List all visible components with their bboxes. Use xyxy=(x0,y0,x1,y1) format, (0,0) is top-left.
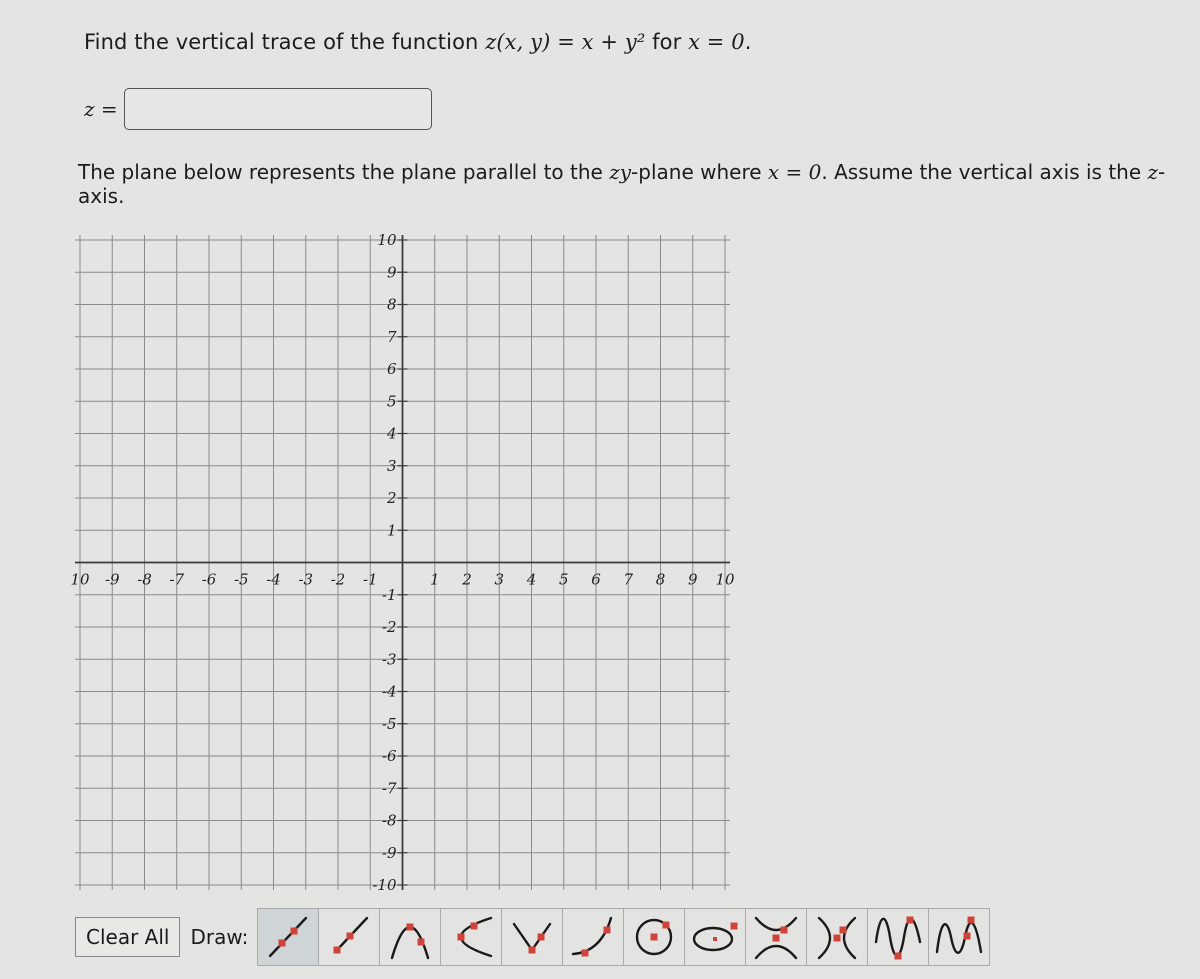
answer-input[interactable] xyxy=(123,88,432,130)
question-suffix: . xyxy=(744,30,752,54)
y-tick-label: 5 xyxy=(387,392,397,410)
absolute-value-tool-icon xyxy=(513,922,552,954)
draw-tool-line[interactable] xyxy=(257,908,320,966)
x-tick-label: 6 xyxy=(591,571,601,589)
draw-tool-absolute-value[interactable] xyxy=(501,908,564,966)
y-tick-label: -1 xyxy=(382,586,397,604)
draw-tool-hyperbola-horizontal[interactable] xyxy=(806,908,869,966)
draw-tool-parabola-vertical[interactable] xyxy=(379,908,442,966)
x-tick-label: 7 xyxy=(623,571,633,589)
draw-tool-parabola-horizontal[interactable] xyxy=(440,908,503,966)
x-tick-label: -5 xyxy=(234,571,249,589)
x-tick-label: -4 xyxy=(266,571,281,589)
graph-canvas[interactable]: 10 -9 -8 -7 -6 -5 -4 -3 -2 -1 1 2 3 4 5 6 7 8 9 10 10 9 8 7 6 5 4… xyxy=(50,225,740,900)
axes xyxy=(75,235,730,890)
x-tick-label: 10 xyxy=(70,571,90,589)
y-tick-label: -4 xyxy=(382,683,397,701)
y-tick-label: 8 xyxy=(387,296,397,314)
y-tick-label: -8 xyxy=(382,812,397,830)
draw-tools xyxy=(257,908,991,966)
x-tick-label: 1 xyxy=(430,571,440,589)
draw-tool-ellipse[interactable] xyxy=(684,908,747,966)
y-tick-label: 4 xyxy=(386,425,397,443)
y-tick-label: 10 xyxy=(377,231,397,249)
x-tick-label: 4 xyxy=(526,571,537,589)
y-tick-label: 9 xyxy=(387,263,397,281)
circle-tool-icon xyxy=(636,918,673,956)
desc-text-1: The plane below represents the plane par… xyxy=(78,160,610,184)
x-tick-label: -9 xyxy=(105,571,120,589)
y-tick-label: 6 xyxy=(387,360,397,378)
y-tick-label: -5 xyxy=(382,715,397,733)
y-tick-label: -10 xyxy=(372,876,397,894)
x-tick-label: -7 xyxy=(169,571,184,589)
answer-label: z = xyxy=(84,97,118,121)
x-tick-label: 8 xyxy=(656,571,666,589)
y-tick-label: -2 xyxy=(382,618,397,636)
x-tick-label: 3 xyxy=(494,571,504,589)
answer-row: z = xyxy=(84,88,432,130)
question-condition: x = 0 xyxy=(688,30,745,54)
x-tick-label: -2 xyxy=(331,571,346,589)
parabola-sideways-tool-icon xyxy=(457,916,493,958)
draw-tool-sine[interactable] xyxy=(867,908,930,966)
y-tick-label: -3 xyxy=(382,650,397,668)
x-tick-label: -6 xyxy=(202,571,217,589)
draw-tool-circle[interactable] xyxy=(623,908,686,966)
y-tick-label: 7 xyxy=(387,328,397,346)
desc-plane-name: zy xyxy=(609,160,632,184)
question-mid: for xyxy=(645,30,689,54)
desc-text-3: . Assume the vertical axis is the xyxy=(821,160,1148,184)
graph-description: The plane below represents the plane par… xyxy=(78,160,1188,208)
question-prefix: Find the vertical trace of the function xyxy=(84,30,486,54)
x-tick-label: -8 xyxy=(137,571,152,589)
draw-toolbar: Clear All Draw: xyxy=(75,908,991,966)
desc-condition: x = 0 xyxy=(767,160,822,184)
draw-label: Draw: xyxy=(190,925,249,949)
y-tick-label: 2 xyxy=(386,489,397,507)
hyperbola-horizontal-tool-icon xyxy=(818,916,857,960)
x-tick-label: 5 xyxy=(559,571,569,589)
y-tick-label: -9 xyxy=(382,844,397,862)
sine-tool-icon xyxy=(875,916,922,960)
y-tick-label: -6 xyxy=(382,747,397,765)
function-expression: z(x, y) = x + y² xyxy=(485,30,646,54)
desc-axis-name: z xyxy=(1147,160,1159,184)
ray-tool-icon xyxy=(333,916,369,954)
x-tick-label: -1 xyxy=(363,571,378,589)
y-tick-label: 3 xyxy=(387,457,397,475)
draw-tool-ray[interactable] xyxy=(318,908,381,966)
x-tick-label: 10 xyxy=(715,571,735,589)
y-tick-label: -7 xyxy=(382,779,397,797)
parabola-down-tool-icon xyxy=(391,923,430,960)
hyperbola-vertical-tool-icon xyxy=(755,916,798,960)
draw-tool-hyperbola-vertical[interactable] xyxy=(745,908,808,966)
exponential-tool-icon xyxy=(572,916,613,957)
desc-text-2: -plane where xyxy=(631,160,768,184)
x-tick-label: 9 xyxy=(688,571,698,589)
ellipse-tool-icon xyxy=(693,922,738,952)
cosine-tool-icon xyxy=(936,916,983,954)
line-tool-icon xyxy=(269,916,308,958)
x-tick-label: 2 xyxy=(461,571,472,589)
y-tick-label: 1 xyxy=(387,521,397,539)
question-prompt: Find the vertical trace of the function … xyxy=(84,30,752,54)
x-tick-label: -3 xyxy=(298,571,313,589)
draw-tool-cosine[interactable] xyxy=(928,908,991,966)
draw-tool-exponential[interactable] xyxy=(562,908,625,966)
clear-all-button[interactable]: Clear All xyxy=(75,917,181,957)
